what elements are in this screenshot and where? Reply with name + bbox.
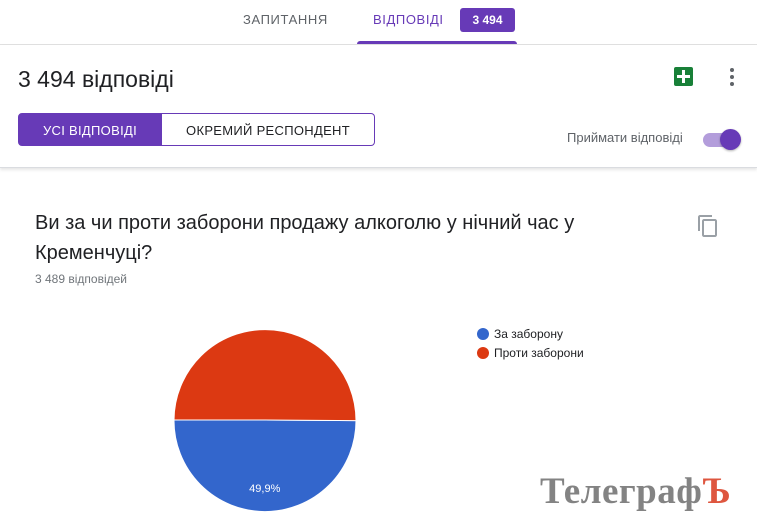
legend-marker-2	[477, 347, 489, 359]
more-options-icon[interactable]	[722, 65, 742, 89]
active-tab-indicator	[357, 41, 517, 44]
pie-slice-1[interactable]	[173, 419, 357, 513]
responses-summary-header: 3 494 відповіді УСІ ВІДПОВІДІ ОКРЕМИЙ РЕ…	[0, 45, 757, 168]
page-title: 3 494 відповіді	[18, 66, 174, 92]
responses-tab-bar: ЗАПИТАННЯ ВІДПОВІДІ 3 494	[0, 0, 757, 45]
legend-item-2: Проти заборони	[477, 345, 584, 364]
telegraf-watermark-logo: ТелеграфЪ	[540, 471, 732, 512]
legend-marker-1	[477, 328, 489, 340]
legend-label-2: Проти заборони	[494, 346, 584, 360]
accept-responses-label: Приймати відповіді	[567, 130, 683, 145]
accept-responses-toggle[interactable]	[703, 127, 741, 151]
pie-slice-2[interactable]	[173, 329, 357, 422]
google-sheets-icon[interactable]	[674, 67, 693, 86]
individual-respondent-button[interactable]: ОКРЕМИЙ РЕСПОНДЕНТ	[162, 113, 375, 146]
toggle-thumb	[720, 129, 741, 150]
pie-chart: 50,1%49,9%	[173, 329, 357, 513]
tab-questions[interactable]: ЗАПИТАННЯ	[243, 0, 328, 44]
response-count: 3 489 відповідей	[35, 272, 127, 286]
chart-legend: За заборону Проти заборони	[477, 326, 584, 364]
question-title: Ви за чи проти заборони продажу алкоголю…	[35, 212, 575, 264]
pie-slice-label-2: 49,9%	[249, 483, 280, 495]
legend-item-1: За заборону	[477, 326, 584, 345]
copy-chart-icon[interactable]	[696, 214, 720, 238]
legend-label-1: За заборону	[494, 327, 563, 341]
tab-responses[interactable]: ВІДПОВІДІ	[373, 0, 444, 44]
all-responses-button[interactable]: УСІ ВІДПОВІДІ	[18, 113, 162, 146]
responses-count-badge: 3 494	[460, 8, 515, 32]
